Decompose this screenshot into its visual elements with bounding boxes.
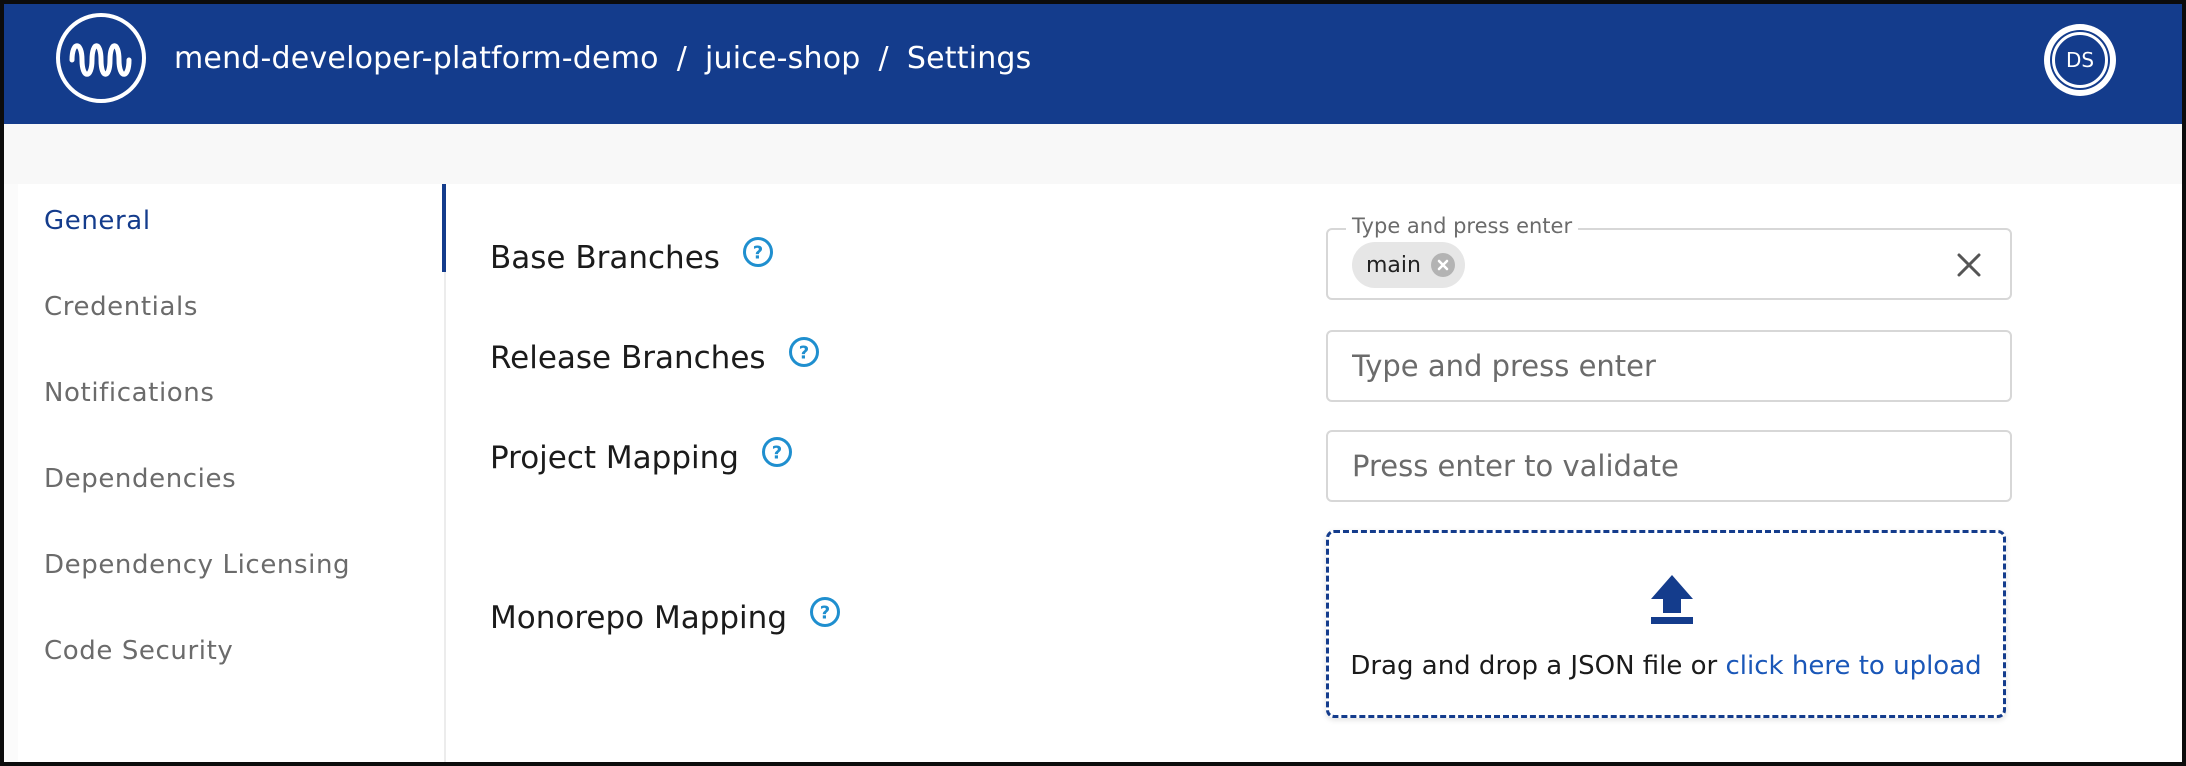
sidebar-item-general[interactable]: General <box>44 206 151 246</box>
help-circle-icon[interactable]: ? <box>761 436 793 468</box>
svg-text:?: ? <box>798 343 808 364</box>
release-branches-label: Release Branches <box>490 340 766 376</box>
help-circle-icon[interactable]: ? <box>809 596 841 628</box>
breadcrumb-separator: / <box>878 40 889 76</box>
breadcrumb-org[interactable]: mend-developer-platform-demo <box>174 41 659 76</box>
subheader-band <box>4 124 2182 184</box>
sidebar-item-credentials[interactable]: Credentials <box>44 292 198 332</box>
upload-icon <box>1651 575 1693 624</box>
help-circle-icon[interactable]: ? <box>742 236 774 268</box>
user-avatar[interactable]: DS <box>2044 24 2116 96</box>
base-branches-field[interactable]: Type and press enter main <box>1326 214 2012 300</box>
breadcrumb-separator: / <box>676 40 687 76</box>
branch-chip: main <box>1352 242 1465 288</box>
project-mapping-row: Project Mapping ? <box>490 437 793 476</box>
dropzone-text: Drag and drop a JSON file or click here … <box>1329 651 2003 681</box>
top-bar: mend-developer-platform-demo / juice-sho… <box>4 4 2182 124</box>
breadcrumb-repo[interactable]: juice-shop <box>705 41 861 76</box>
avatar-initials: DS <box>2052 32 2108 88</box>
svg-text:?: ? <box>753 243 763 264</box>
breadcrumb-page: Settings <box>906 40 1032 76</box>
general-settings: Base Branches ? Type and press enter mai… <box>448 184 2182 762</box>
upload-link[interactable]: click here to upload <box>1726 651 1982 681</box>
breadcrumb: mend-developer-platform-demo / juice-sho… <box>174 38 1031 78</box>
base-branches-label: Base Branches <box>490 240 720 276</box>
settings-sidebar: General Credentials Notifications Depend… <box>18 184 446 762</box>
project-mapping-input[interactable] <box>1328 432 2010 500</box>
app-window: mend-developer-platform-demo / juice-sho… <box>0 0 2186 766</box>
project-mapping-field[interactable] <box>1326 430 2012 502</box>
branch-chip-label: main <box>1366 252 1421 278</box>
sidebar-item-dependency-licensing[interactable]: Dependency Licensing <box>44 550 350 590</box>
help-circle-icon[interactable]: ? <box>788 336 820 368</box>
active-nav-indicator <box>442 184 446 272</box>
svg-text:?: ? <box>820 603 830 624</box>
chip-remove-icon[interactable] <box>1430 253 1455 277</box>
mend-logo-icon[interactable] <box>56 13 146 103</box>
dropzone-instruction: Drag and drop a JSON file or <box>1350 651 1726 681</box>
monorepo-mapping-row: Monorepo Mapping ? <box>490 597 841 636</box>
close-icon[interactable] <box>1956 252 1982 278</box>
monorepo-mapping-label: Monorepo Mapping <box>490 600 787 636</box>
release-branches-field[interactable] <box>1326 330 2012 402</box>
release-branches-row: Release Branches ? <box>490 337 820 376</box>
sidebar-item-dependencies[interactable]: Dependencies <box>44 464 236 504</box>
project-mapping-label: Project Mapping <box>490 440 739 476</box>
sidebar-item-code-security[interactable]: Code Security <box>44 636 233 676</box>
sidebar-item-notifications[interactable]: Notifications <box>44 378 215 418</box>
base-branches-row: Base Branches ? <box>490 237 774 276</box>
release-branches-input[interactable] <box>1328 332 2010 400</box>
json-dropzone[interactable]: Drag and drop a JSON file or click here … <box>1326 530 2006 718</box>
base-branches-legend: Type and press enter <box>1346 214 1579 238</box>
svg-text:?: ? <box>772 443 782 464</box>
settings-card: General Credentials Notifications Depend… <box>18 184 2182 762</box>
